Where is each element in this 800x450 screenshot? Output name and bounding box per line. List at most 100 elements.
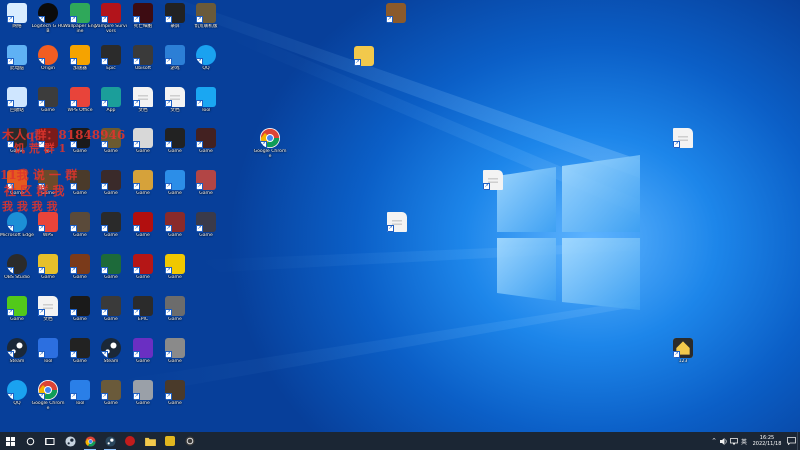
game-icon: ↗ [101,254,121,274]
desktop-icon[interactable]: ↗ Game [126,170,160,210]
tool-icon: ↗ [38,338,58,358]
input-method-label: 英 [740,438,747,446]
taskbar-app-red[interactable] [120,432,140,450]
speaker-icon [720,437,727,445]
desktop-icon[interactable]: ↗ Game [126,128,160,168]
desktop-icon[interactable]: ↗ 文档 [31,296,65,336]
desktop-icon[interactable]: ↗ Game [158,380,192,420]
notification-center-button[interactable] [785,432,797,450]
desktop-icon[interactable]: ↗ 回收站 [0,87,34,127]
desktop-icon[interactable]: ↗ Game [158,212,192,252]
desktop-icon[interactable]: ↗ Wallpaper Engine [63,3,97,43]
clock[interactable]: 16:25 2022/11/18 [749,435,785,447]
desktop-icon[interactable]: ↗ 文档 [158,87,192,127]
taskbar-app-gear[interactable] [180,432,200,450]
network-button[interactable] [729,432,739,450]
taskbar-file-explorer[interactable] [140,432,160,450]
desktop-icon[interactable]: ↗ Game [158,296,192,336]
desktop-icon-label: 回收站 [10,108,24,113]
desktop-icon[interactable]: ↗ Steam [0,338,34,378]
desktop-icon[interactable]: ↗ Game [63,254,97,294]
desktop-icon[interactable]: ↗ Vampire Survivors [94,3,128,43]
desktop-icon[interactable]: ↗ Game [31,254,65,294]
desktop-icon[interactable]: ↗ Tool [63,380,97,420]
desktop-icon[interactable]: ↗ QQ [189,45,223,85]
desktop-icon[interactable]: ↗ OBS Studio [0,254,34,294]
desktop-icon[interactable]: ↗ EPIC [126,296,160,336]
desktop-icon[interactable]: ↗ Steam [94,338,128,378]
desktop-icon[interactable]: ↗ Logitech G HUB [31,3,65,43]
desktop-icon[interactable]: ↗ WPS Office [63,87,97,127]
desktop-icon[interactable]: ↗ 游戏 [158,45,192,85]
desktop-icon[interactable]: ↗ Game [94,380,128,420]
file-icon: ↗ [387,212,407,232]
desktop-icon[interactable]: ↗ [380,212,414,252]
desktop-icon[interactable]: ↗ Epic [94,45,128,85]
desktop-icon[interactable]: ↗ [347,46,381,86]
desktop-icon-label: Game [168,359,182,364]
tray-overflow-button[interactable]: ⌃ [709,432,719,450]
desktop-icon[interactable]: ↗ Game [158,128,192,168]
desktop-icon[interactable]: ↗ Game [63,338,97,378]
desktop-icon[interactable]: ↗ Game [158,170,192,210]
desktop-icon[interactable]: ↗ 123 [666,338,700,378]
desktop-icon[interactable]: ↗ Tool [189,87,223,127]
desktop-icon-label: EPIC [137,317,149,322]
taskbar-steam[interactable] [60,432,80,450]
folder-icon [144,437,156,446]
desktop-icon[interactable]: ↗ Game [31,87,65,127]
game-icon: ↗ [165,128,185,148]
desktop-icon[interactable]: ↗ [379,3,413,43]
desktop-icon[interactable]: ↗ Game [158,254,192,294]
desktop-icon[interactable]: ↗ Game [126,212,160,252]
desktop-icon-label: Game [136,233,150,238]
desktop-icon[interactable]: ↗ 饥荒联机版 [189,3,223,43]
desktop-icon[interactable]: ↗ Game [94,296,128,336]
input-method-button[interactable]: 英 [739,432,749,450]
desktop-icon[interactable]: ↗ QQ [0,380,34,420]
desktop-icon[interactable]: ↗ App [94,87,128,127]
desktop-icon[interactable]: ↗ 此电脑 [0,45,34,85]
desktop-icon[interactable]: ↗ Game [189,170,223,210]
desktop-icon-label: Tool [201,108,211,113]
desktop-icon[interactable]: ↗ 录屏 [158,3,192,43]
desktop-icon[interactable]: ↗ Tool [31,338,65,378]
taskbar-steam-2[interactable] [100,432,120,450]
desktop-icon[interactable]: ↗ [666,128,700,168]
desktop-icon[interactable]: ↗ Game [126,254,160,294]
file-icon: ↗ [133,87,153,107]
desktop-icon[interactable]: ↗ Google Chrome [253,128,287,168]
desktop-icon[interactable]: ↗ Game [158,338,192,378]
desktop-icon[interactable]: ↗ Game [0,296,34,336]
chevron-up-icon: ⌃ [711,437,717,445]
start-button[interactable] [0,432,20,450]
desktop-icon[interactable]: ↗ Game [63,296,97,336]
desktop-icon[interactable]: ↗ 死亡细胞 [126,3,160,43]
game-icon: ↗ [70,254,90,274]
desktop-icon-label: Game [168,401,182,406]
taskbar-chrome[interactable] [80,432,100,450]
desktop-icon[interactable]: ↗ 网络 [0,3,34,43]
desktop-icon[interactable]: ↗ Game [189,128,223,168]
desktop-icon[interactable]: ↗ Ubisoft [126,45,160,85]
shortcut-arrow-icon: ↗ [386,16,393,23]
app-icon: ↗ [101,87,121,107]
desktop-icon[interactable]: ↗ 文档 [126,87,160,127]
desktop-icon[interactable]: ↗ Game [189,212,223,252]
obs-icon: ↗ [7,254,27,274]
shortcut-arrow-icon: ↗ [7,351,14,358]
desktop-icon[interactable]: ↗ Game [126,380,160,420]
desktop-icon[interactable]: ↗ Origin [31,45,65,85]
desktop-icon[interactable]: ↗ Google Chrome [31,380,65,420]
desktop-icon[interactable]: ↗ 加速器 [63,45,97,85]
task-view-button[interactable] [40,432,60,450]
desktop-icon[interactable]: ↗ [476,170,510,210]
game-icon: ↗ [165,45,185,65]
taskbar-app-yellow[interactable] [160,432,180,450]
search-button[interactable] [20,432,40,450]
desktop-icon[interactable]: ↗ Game [126,338,160,378]
desktop[interactable]: ↗ 网络 ↗ Logitech G HUB ↗ Wallpaper Engine ↗ Vamp… [0,0,800,432]
game-icon: ↗ [133,212,153,232]
desktop-icon[interactable]: ↗ Game [94,254,128,294]
volume-button[interactable] [719,432,729,450]
